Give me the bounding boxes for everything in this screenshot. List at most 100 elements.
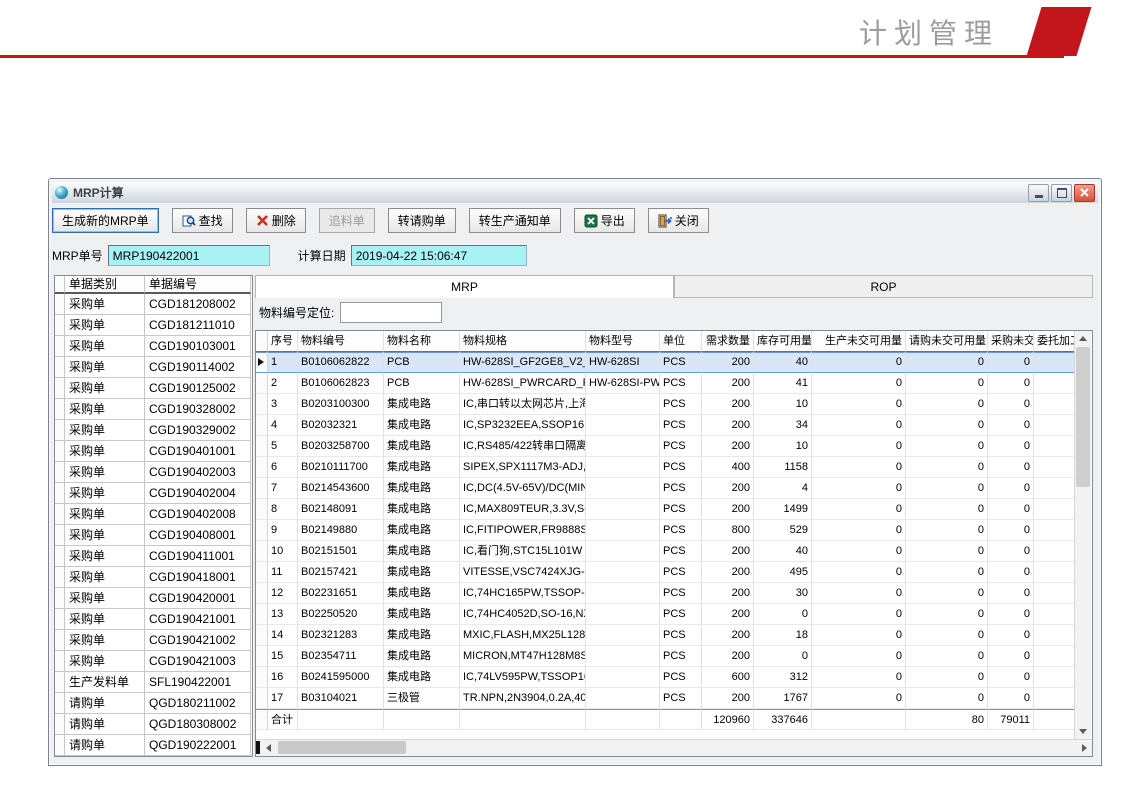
row-selector[interactable]: [256, 625, 268, 646]
table-row[interactable]: 8 B02148091 集成电路 IC,MAX809TEUR,3.3V,SOT-…: [256, 499, 1074, 520]
document-row[interactable]: 采购单 CGD190420001: [55, 588, 252, 609]
doc-row-selector[interactable]: [55, 714, 65, 735]
row-selector[interactable]: [256, 688, 268, 709]
row-selector[interactable]: [256, 541, 268, 562]
row-selector[interactable]: [256, 478, 268, 499]
table-row[interactable]: 3 B0203100300 集成电路 IC,串口转以太网芯片,上海卓 PCS 2…: [256, 394, 1074, 415]
document-row[interactable]: 采购单 CGD190402003: [55, 462, 252, 483]
document-row[interactable]: 请购单 QGD190222001: [55, 735, 252, 756]
table-row[interactable]: 12 B02231651 集成电路 IC,74HC165PW,TSSOP-16 …: [256, 583, 1074, 604]
document-row[interactable]: 采购单 CGD181211010: [55, 315, 252, 336]
to-production-notice-button[interactable]: 转生产通知单: [469, 208, 561, 233]
doc-row-selector[interactable]: [55, 630, 65, 651]
col-header-material-code[interactable]: 物料编号: [298, 331, 384, 352]
col-header-seq[interactable]: 序号: [268, 331, 298, 352]
row-selector[interactable]: [256, 520, 268, 541]
tab-rop[interactable]: ROP: [674, 275, 1093, 298]
table-row[interactable]: 15 B02354711 集成电路 MICRON,MT47H128M8SH- P…: [256, 646, 1074, 667]
close-window-button[interactable]: 关闭: [648, 208, 709, 233]
close-button[interactable]: [1074, 184, 1095, 202]
row-selector[interactable]: [256, 667, 268, 688]
horizontal-scroll-thumb[interactable]: [278, 741, 406, 754]
table-row[interactable]: 17 B03104021 三极管 TR.NPN,2N3904,0.2A,40V,…: [256, 688, 1074, 709]
doc-row-selector[interactable]: [55, 651, 65, 672]
col-header-consign-open[interactable]: 委托加工未交可用量: [1034, 331, 1074, 352]
table-row[interactable]: 11 B02157421 集成电路 VITESSE,VSC7424XJG-02,…: [256, 562, 1074, 583]
scroll-right-button[interactable]: [1077, 740, 1092, 755]
tab-mrp[interactable]: MRP: [255, 275, 674, 298]
table-row[interactable]: 16 B0241595000 集成电路 IC,74LV595PW,TSSOP16…: [256, 667, 1074, 688]
col-header-material-name[interactable]: 物料名称: [384, 331, 460, 352]
document-row[interactable]: 生产发料单 SFL190422001: [55, 672, 252, 693]
document-row[interactable]: 采购单 CGD190408001: [55, 525, 252, 546]
doc-no-column-header[interactable]: 单据编号: [145, 276, 251, 294]
document-row[interactable]: 采购单 CGD190401001: [55, 441, 252, 462]
doc-row-selector[interactable]: [55, 525, 65, 546]
document-row[interactable]: 采购单 CGD190114002: [55, 357, 252, 378]
doc-row-selector[interactable]: [55, 315, 65, 336]
vertical-scroll-thumb[interactable]: [1076, 347, 1090, 487]
table-row[interactable]: 6 B0210111700 集成电路 SIPEX,SPX1117M3-ADJ,8…: [256, 457, 1074, 478]
delete-button[interactable]: 删除: [246, 208, 306, 233]
col-header-material-model[interactable]: 物料型号: [586, 331, 660, 352]
document-row[interactable]: 采购单 CGD181208002: [55, 294, 252, 315]
doc-row-selector[interactable]: [55, 399, 65, 420]
row-selector[interactable]: [256, 604, 268, 625]
col-header-material-spec[interactable]: 物料规格: [460, 331, 586, 352]
doc-row-selector[interactable]: [55, 546, 65, 567]
row-selector[interactable]: [256, 436, 268, 457]
row-selector[interactable]: [256, 373, 268, 394]
document-row[interactable]: 采购单 CGD190103001: [55, 336, 252, 357]
row-selector[interactable]: [256, 583, 268, 604]
table-row[interactable]: 14 B02321283 集成电路 MXIC,FLASH,MX25L12835F…: [256, 625, 1074, 646]
row-selector[interactable]: [256, 394, 268, 415]
doc-row-selector[interactable]: [55, 567, 65, 588]
table-row[interactable]: 9 B02149880 集成电路 IC,FITIPOWER,FR9888SP( …: [256, 520, 1074, 541]
scroll-up-button[interactable]: [1075, 331, 1090, 346]
material-locator-input[interactable]: [340, 302, 442, 323]
scroll-left-button[interactable]: [261, 740, 276, 755]
row-selector[interactable]: [256, 415, 268, 436]
col-header-stock-avail[interactable]: 库存可用量: [754, 331, 812, 352]
doc-row-selector[interactable]: [55, 609, 65, 630]
calc-date-field[interactable]: [351, 245, 527, 266]
doc-row-selector[interactable]: [55, 588, 65, 609]
export-button[interactable]: 导出: [574, 208, 635, 233]
document-row[interactable]: 采购单 CGD190418001: [55, 567, 252, 588]
table-row[interactable]: 13 B02250520 集成电路 IC,74HC4052D,SO-16,NXF…: [256, 604, 1074, 625]
vertical-scrollbar[interactable]: [1074, 331, 1091, 739]
mrp-no-field[interactable]: [108, 245, 270, 266]
col-header-prod-open-avail[interactable]: 生产未交可用量: [812, 331, 906, 352]
col-header-purch-open-avail[interactable]: 采购未交可用量: [988, 331, 1034, 352]
doc-row-selector[interactable]: [55, 294, 65, 315]
doc-row-selector[interactable]: [55, 483, 65, 504]
col-header-unit[interactable]: 单位: [660, 331, 702, 352]
document-row[interactable]: 采购单 CGD190402008: [55, 504, 252, 525]
col-header-req-open-avail[interactable]: 请购未交可用量: [906, 331, 988, 352]
row-selector[interactable]: [256, 562, 268, 583]
doc-row-selector[interactable]: [55, 462, 65, 483]
row-selector[interactable]: [256, 352, 268, 373]
table-row[interactable]: 1 B0106062822 PCB HW-628SI_GF2GE8_V2_2( …: [256, 352, 1074, 373]
document-row[interactable]: 采购单 CGD190402004: [55, 483, 252, 504]
doc-row-selector[interactable]: [55, 672, 65, 693]
document-row[interactable]: 请购单 QGD180308002: [55, 714, 252, 735]
maximize-button[interactable]: [1051, 184, 1072, 202]
to-purchase-request-button[interactable]: 转请购单: [388, 208, 456, 233]
document-row[interactable]: 采购单 CGD190411001: [55, 546, 252, 567]
search-button[interactable]: 查找: [172, 208, 233, 233]
document-row[interactable]: 采购单 CGD190421003: [55, 651, 252, 672]
table-row[interactable]: 5 B0203258700 集成电路 IC,RS485/422转串口隔离芯 PC…: [256, 436, 1074, 457]
doc-row-selector[interactable]: [55, 378, 65, 399]
document-row[interactable]: 采购单 CGD190125002: [55, 378, 252, 399]
document-row[interactable]: 采购单 CGD190421002: [55, 630, 252, 651]
generate-mrp-button[interactable]: 生成新的MRP单: [52, 208, 159, 233]
doc-row-selector[interactable]: [55, 735, 65, 756]
doc-row-selector[interactable]: [55, 357, 65, 378]
table-row[interactable]: 7 B0214543600 集成电路 IC,DC(4.5V-65V)/DC(MI…: [256, 478, 1074, 499]
scroll-down-button[interactable]: [1075, 724, 1090, 739]
col-header-demand-qty[interactable]: 需求数量: [702, 331, 754, 352]
table-row[interactable]: 2 B0106062823 PCB HW-628SI_PWRCARD_RS HW…: [256, 373, 1074, 394]
document-row[interactable]: 采购单 CGD190328002: [55, 399, 252, 420]
document-row[interactable]: 采购单 CGD190421001: [55, 609, 252, 630]
